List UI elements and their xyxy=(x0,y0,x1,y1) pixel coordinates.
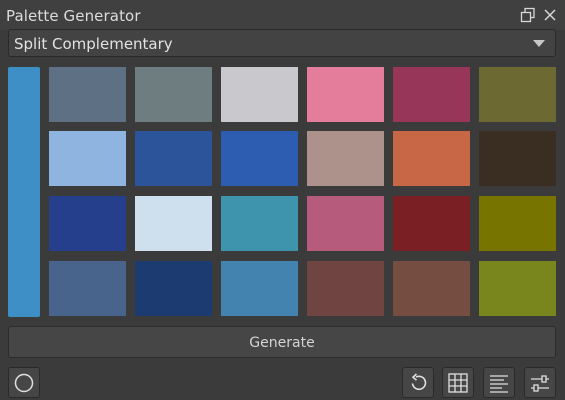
color-swatch[interactable] xyxy=(393,261,470,316)
grid-view-button[interactable] xyxy=(442,367,474,398)
color-swatch[interactable] xyxy=(479,131,556,186)
color-swatch[interactable] xyxy=(307,67,384,122)
color-swatch[interactable] xyxy=(221,67,298,122)
chevron-down-icon xyxy=(533,40,545,47)
color-swatch[interactable] xyxy=(479,261,556,316)
circle-icon xyxy=(14,373,34,393)
color-swatch[interactable] xyxy=(393,131,470,186)
color-swatch[interactable] xyxy=(221,196,298,251)
scheme-selected: Split Complementary xyxy=(14,35,173,53)
main-color-swatch[interactable] xyxy=(8,67,40,317)
shape-toggle-button[interactable] xyxy=(8,367,40,398)
settings-button[interactable] xyxy=(524,367,556,398)
color-swatch[interactable] xyxy=(221,131,298,186)
color-swatch[interactable] xyxy=(221,261,298,316)
color-swatch[interactable] xyxy=(393,67,470,122)
color-swatch[interactable] xyxy=(49,196,126,251)
list-icon xyxy=(490,375,508,393)
color-swatch[interactable] xyxy=(135,261,212,316)
float-window-icon[interactable] xyxy=(520,7,536,23)
color-swatch[interactable] xyxy=(393,196,470,251)
grid-icon xyxy=(448,373,468,393)
close-icon[interactable] xyxy=(542,7,558,23)
color-swatch[interactable] xyxy=(479,67,556,122)
color-swatch[interactable] xyxy=(135,196,212,251)
reset-button[interactable] xyxy=(402,367,434,398)
color-swatch[interactable] xyxy=(135,67,212,122)
sliders-icon xyxy=(531,375,549,392)
color-swatch[interactable] xyxy=(479,196,556,251)
undo-icon xyxy=(411,373,427,391)
window-title: Palette Generator xyxy=(6,7,141,25)
color-swatch[interactable] xyxy=(307,196,384,251)
color-swatch[interactable] xyxy=(307,261,384,316)
scheme-dropdown[interactable]: Split Complementary xyxy=(8,29,556,57)
generate-label: Generate xyxy=(249,335,315,351)
list-view-button[interactable] xyxy=(483,367,515,398)
color-swatch[interactable] xyxy=(135,131,212,186)
color-swatch[interactable] xyxy=(49,131,126,186)
color-swatch[interactable] xyxy=(49,261,126,316)
color-swatch[interactable] xyxy=(307,131,384,186)
title-bar: Palette Generator xyxy=(0,0,565,30)
color-swatch[interactable] xyxy=(49,67,126,122)
generate-button[interactable]: Generate xyxy=(8,326,556,358)
